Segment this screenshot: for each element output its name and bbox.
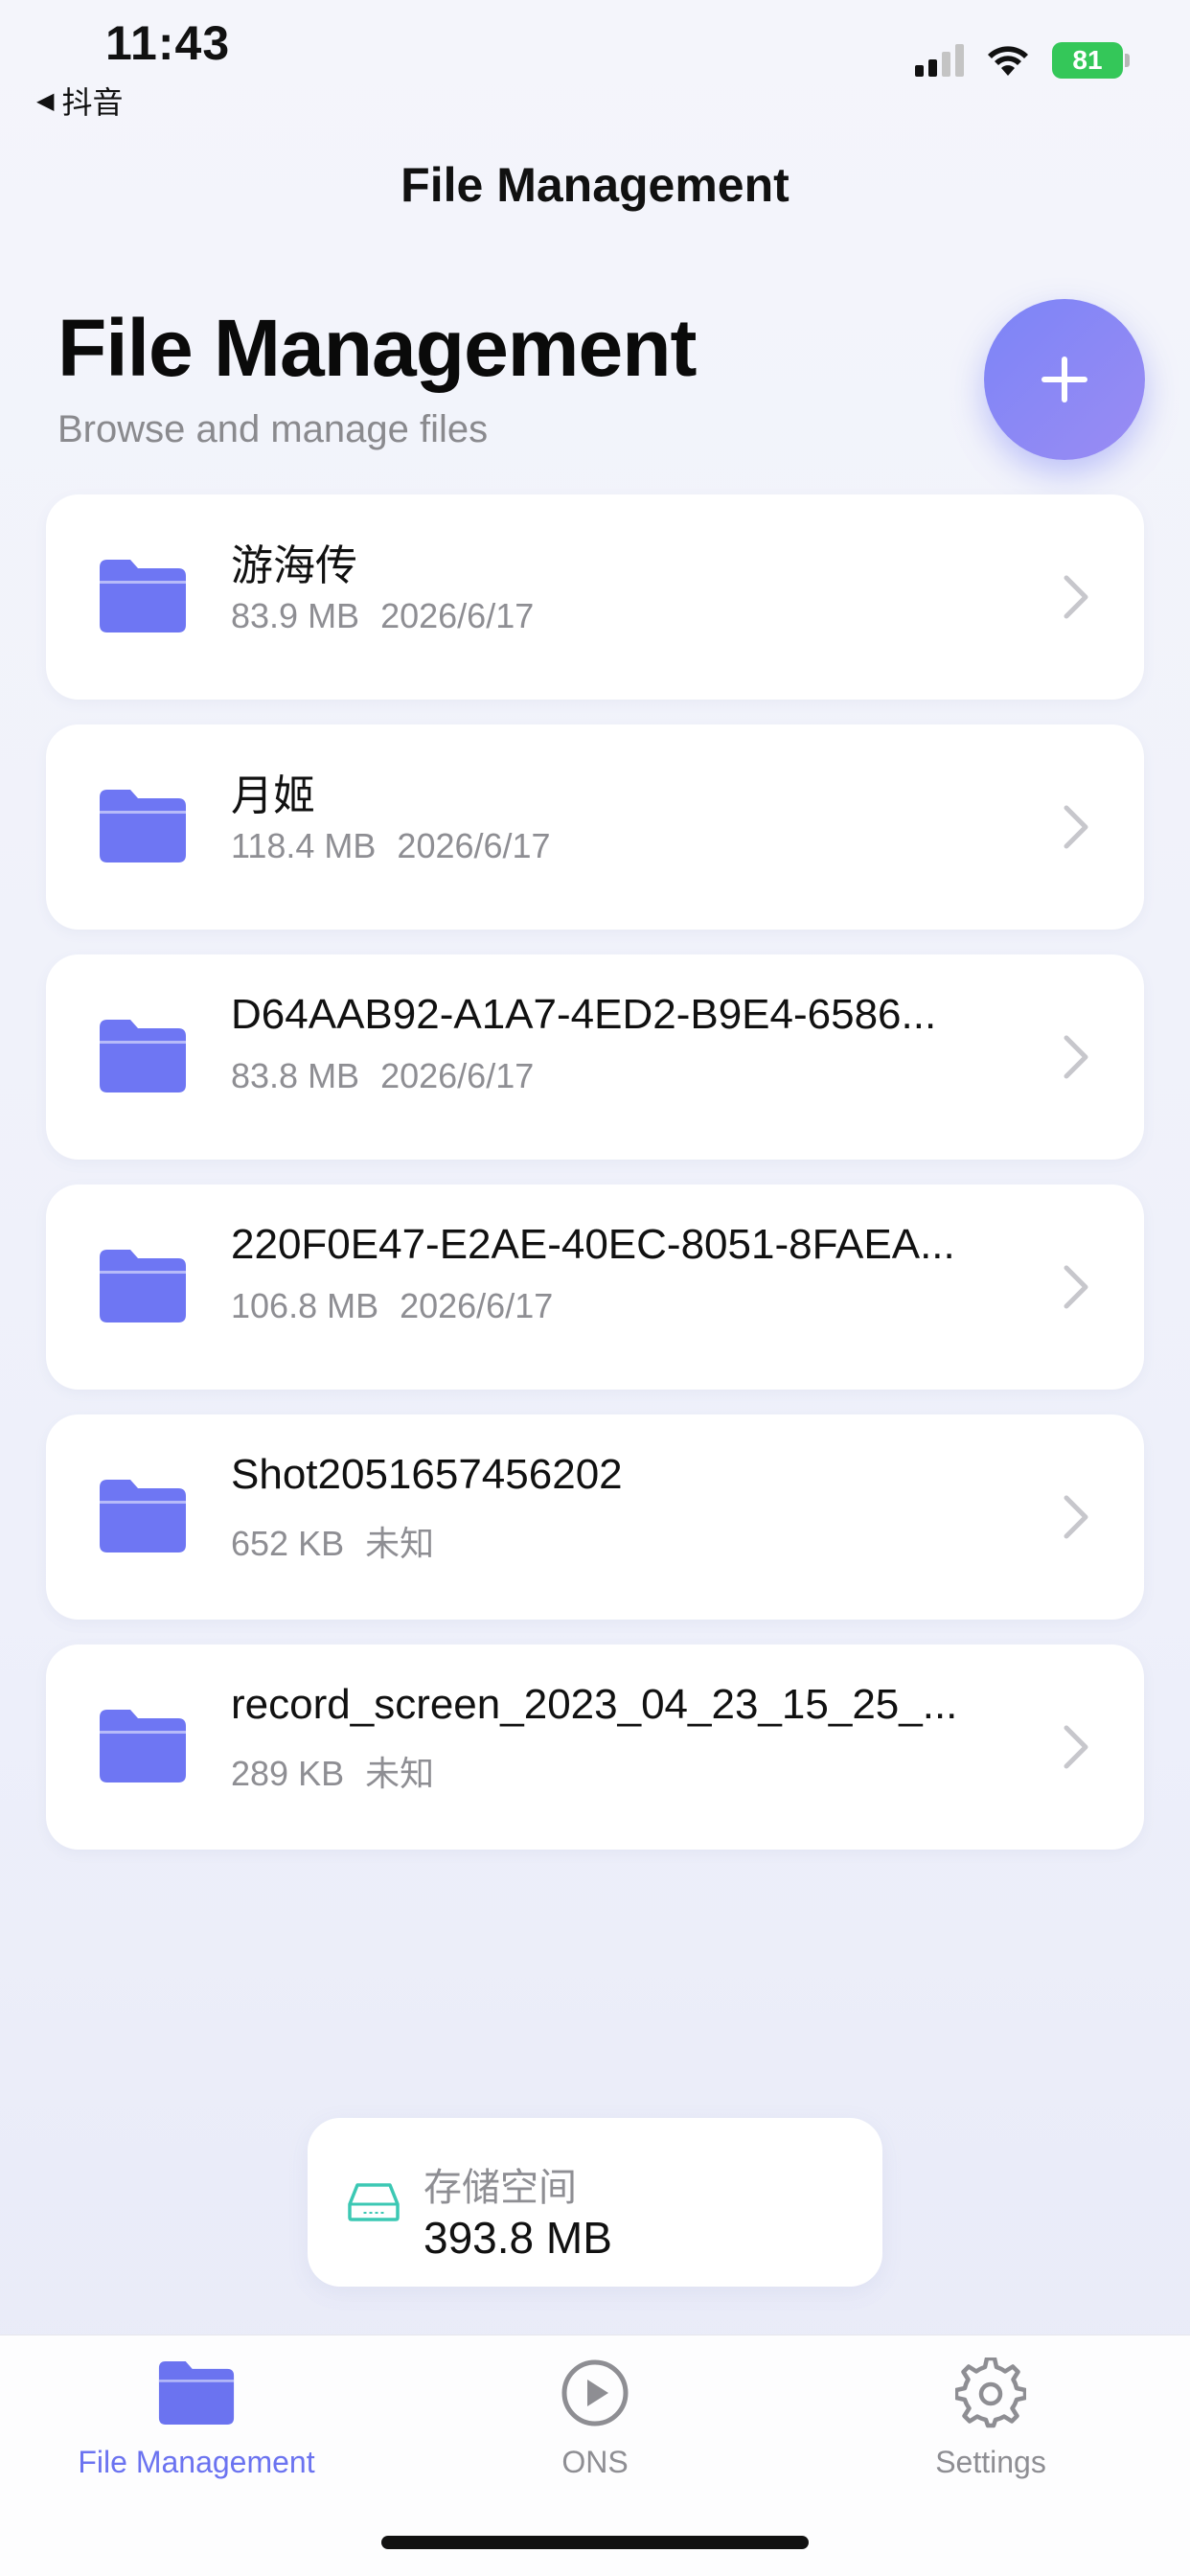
file-date: 2026/6/17 (397, 826, 551, 865)
file-size: 289 KB (231, 1754, 345, 1793)
hard-drive-icon (348, 2183, 400, 2221)
folder-icon (100, 1020, 186, 1092)
folder-icon (100, 790, 186, 862)
chevron-right-icon (1064, 1265, 1088, 1309)
file-meta: 83.9 MB 2026/6/17 (231, 596, 534, 636)
file-meta: 118.4 MB 2026/6/17 (231, 826, 551, 866)
folder-icon (100, 560, 186, 632)
wifi-icon (988, 46, 1028, 76)
cellular-signal-icon (915, 44, 964, 77)
gear-icon (955, 2358, 1026, 2428)
file-row[interactable]: 游海传 83.9 MB 2026/6/17 (46, 494, 1144, 700)
file-name: record_screen_2023_04_23_15_25_... (231, 1681, 958, 1728)
file-list: 游海传 83.9 MB 2026/6/17 月姬 118.4 MB 2026/6/1… (46, 494, 1144, 1874)
battery-icon: 81 (1052, 42, 1130, 79)
battery-level: 81 (1072, 45, 1103, 75)
file-meta: 83.8 MB 2026/6/17 (231, 1056, 534, 1096)
file-name: 220F0E47-E2AE-40EC-8051-8FAEA... (231, 1221, 955, 1268)
chevron-right-icon (1064, 1495, 1088, 1539)
tab-file-management[interactable]: File Management (53, 2355, 340, 2480)
folder-icon (100, 1250, 186, 1322)
file-name: 游海传 (231, 542, 357, 589)
status-bar: 11:43 ◀ 抖音 81 (0, 0, 1190, 125)
storage-summary-card: 存储空间 393.8 MB (308, 2118, 882, 2287)
back-triangle-icon: ◀ (36, 87, 55, 114)
chevron-right-icon (1064, 1725, 1088, 1769)
chevron-right-icon (1064, 805, 1088, 849)
chevron-right-icon (1064, 1035, 1088, 1079)
tab-label: File Management (78, 2445, 315, 2479)
status-time: 11:43 (105, 16, 231, 70)
page-subtitle: Browse and manage files (57, 408, 489, 450)
file-name: Shot2051657456202 (231, 1451, 623, 1498)
tab-ons[interactable]: ONS (451, 2355, 739, 2480)
file-size: 83.8 MB (231, 1056, 360, 1095)
file-size: 652 KB (231, 1524, 345, 1563)
file-meta: 106.8 MB 2026/6/17 (231, 1286, 553, 1326)
file-size: 83.9 MB (231, 596, 360, 635)
file-name: D64AAB92-A1A7-4ED2-B9E4-6586... (231, 991, 937, 1038)
file-date: 2026/6/17 (400, 1286, 554, 1325)
play-circle-icon (561, 2359, 629, 2426)
file-meta: 289 KB 未知 (231, 1746, 434, 1796)
file-size: 118.4 MB (231, 826, 377, 865)
file-row[interactable]: record_screen_2023_04_23_15_25_... 289 K… (46, 1644, 1144, 1850)
file-name: 月姬 (231, 772, 315, 819)
storage-value: 393.8 MB (423, 2213, 612, 2263)
folder-icon (100, 1480, 186, 1552)
file-meta: 652 KB 未知 (231, 1516, 434, 1566)
tab-label: Settings (935, 2445, 1046, 2479)
file-size: 106.8 MB (231, 1286, 379, 1325)
add-button[interactable] (984, 299, 1145, 460)
file-row[interactable]: Shot2051657456202 652 KB 未知 (46, 1414, 1144, 1620)
status-indicators: 81 (915, 42, 1130, 79)
file-date: 2026/6/17 (380, 596, 535, 635)
file-row[interactable]: D64AAB92-A1A7-4ED2-B9E4-6586... 83.8 MB 2… (46, 954, 1144, 1160)
back-app-label: 抖音 (61, 85, 124, 120)
tab-label: ONS (561, 2445, 629, 2479)
page-title: File Management (57, 303, 697, 393)
folder-icon (158, 2361, 235, 2425)
folder-icon (100, 1710, 186, 1782)
tab-settings[interactable]: Settings (847, 2355, 1134, 2480)
file-date: 未知 (365, 1524, 435, 1563)
file-row[interactable]: 220F0E47-E2AE-40EC-8051-8FAEA... 106.8 M… (46, 1184, 1144, 1390)
file-date: 未知 (365, 1754, 435, 1793)
file-row[interactable]: 月姬 118.4 MB 2026/6/17 (46, 724, 1144, 930)
plus-icon (1041, 356, 1087, 402)
nav-title: File Management (400, 158, 790, 212)
home-indicator (381, 2536, 809, 2549)
file-date: 2026/6/17 (380, 1056, 535, 1095)
chevron-right-icon (1064, 575, 1088, 619)
back-to-app-link[interactable]: ◀ 抖音 (36, 79, 123, 123)
storage-label: 存储空间 (423, 2167, 577, 2209)
